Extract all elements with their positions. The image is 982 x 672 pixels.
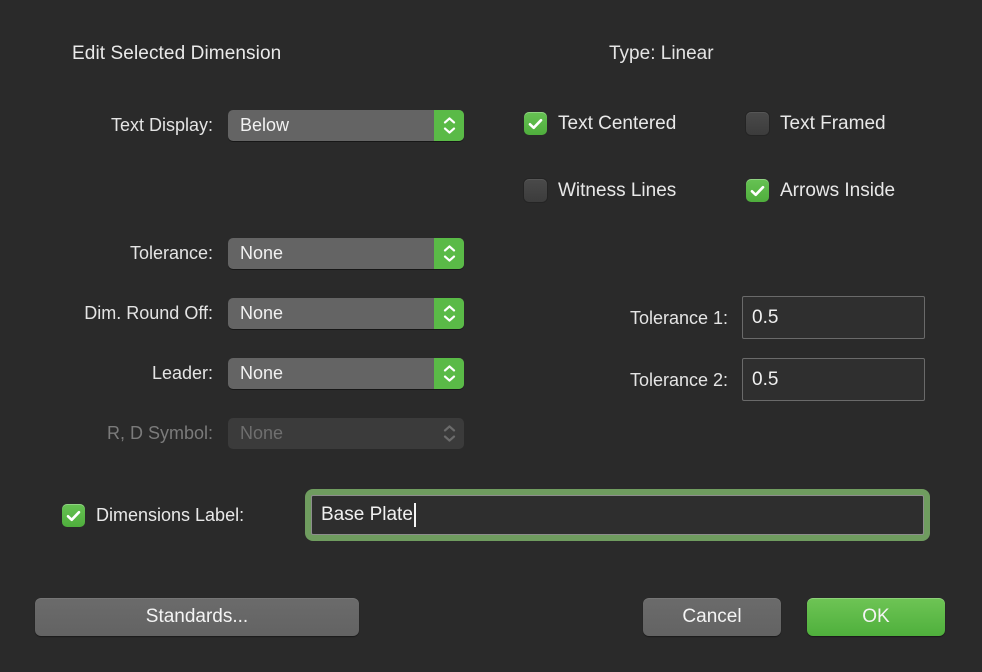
dim-round-off-select[interactable]: None bbox=[228, 298, 464, 329]
rd-symbol-value: None bbox=[228, 418, 434, 449]
leader-value: None bbox=[228, 358, 434, 389]
dimensions-label-input-value: Base Plate bbox=[321, 504, 413, 526]
checkbox-text-centered-box[interactable] bbox=[524, 112, 547, 135]
checkbox-witness-lines[interactable]: Witness Lines bbox=[524, 179, 676, 202]
text-display-select[interactable]: Below bbox=[228, 110, 464, 141]
tolerance-2-label: Tolerance 2: bbox=[520, 370, 728, 391]
tolerance-2-input[interactable]: 0.5 bbox=[742, 358, 925, 401]
checkbox-witness-lines-label: Witness Lines bbox=[558, 180, 676, 202]
rd-symbol-select: None bbox=[228, 418, 464, 449]
stepper-arrows-icon[interactable] bbox=[434, 358, 464, 389]
text-display-label: Text Display: bbox=[0, 115, 213, 136]
ok-button[interactable]: OK bbox=[807, 598, 945, 636]
checkbox-dimensions-label-box[interactable] bbox=[62, 504, 85, 527]
tolerance-value: None bbox=[228, 238, 434, 269]
edit-dimension-dialog: Edit Selected Dimension Type: Linear Tex… bbox=[0, 0, 982, 672]
text-caret bbox=[414, 503, 416, 527]
stepper-arrows-icon[interactable] bbox=[434, 238, 464, 269]
dimensions-label-input[interactable]: Base Plate bbox=[311, 495, 924, 535]
rd-symbol-label: R, D Symbol: bbox=[0, 423, 213, 444]
checkbox-arrows-inside[interactable]: Arrows Inside bbox=[746, 179, 895, 202]
stepper-arrows-icon bbox=[434, 418, 464, 449]
standards-button[interactable]: Standards... bbox=[35, 598, 359, 636]
checkbox-dimensions-label[interactable]: Dimensions Label: bbox=[62, 504, 244, 527]
checkbox-text-framed-box[interactable] bbox=[746, 112, 769, 135]
dim-round-off-value: None bbox=[228, 298, 434, 329]
tolerance-select[interactable]: None bbox=[228, 238, 464, 269]
checkbox-text-framed-label: Text Framed bbox=[780, 113, 886, 135]
leader-select[interactable]: None bbox=[228, 358, 464, 389]
cancel-button[interactable]: Cancel bbox=[643, 598, 781, 636]
checkbox-witness-lines-box[interactable] bbox=[524, 179, 547, 202]
checkbox-text-centered[interactable]: Text Centered bbox=[524, 112, 676, 135]
dimensions-label-focus-ring: Base Plate bbox=[305, 489, 930, 541]
tolerance-label: Tolerance: bbox=[0, 243, 213, 264]
leader-label: Leader: bbox=[0, 363, 213, 384]
checkbox-text-framed[interactable]: Text Framed bbox=[746, 112, 886, 135]
stepper-arrows-icon[interactable] bbox=[434, 110, 464, 141]
tolerance-1-input[interactable]: 0.5 bbox=[742, 296, 925, 339]
page-title: Edit Selected Dimension bbox=[72, 43, 281, 65]
dim-round-off-label: Dim. Round Off: bbox=[0, 303, 213, 324]
checkbox-text-centered-label: Text Centered bbox=[558, 113, 676, 135]
tolerance-1-label: Tolerance 1: bbox=[520, 308, 728, 329]
checkbox-arrows-inside-label: Arrows Inside bbox=[780, 180, 895, 202]
checkbox-arrows-inside-box[interactable] bbox=[746, 179, 769, 202]
dimension-type-label: Type: Linear bbox=[609, 43, 714, 65]
text-display-value: Below bbox=[228, 110, 434, 141]
checkbox-dimensions-label-text: Dimensions Label: bbox=[96, 505, 244, 526]
stepper-arrows-icon[interactable] bbox=[434, 298, 464, 329]
